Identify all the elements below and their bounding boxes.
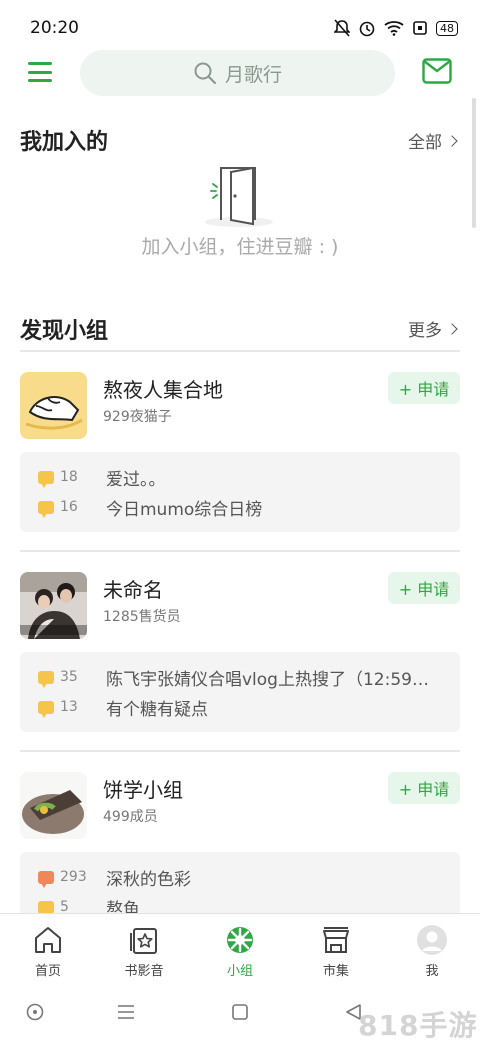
star-card-icon (130, 928, 157, 954)
group-members: 1285售货员 (103, 609, 181, 625)
search-placeholder: 月歌行 (224, 63, 282, 86)
apply-button[interactable]: + 申请 (388, 572, 460, 604)
tab-media[interactable]: 书影音 (96, 914, 192, 987)
mail-icon[interactable] (422, 58, 452, 84)
group-members: 929夜猫子 (103, 409, 172, 425)
joined-all-label: 全部 (408, 133, 442, 153)
comment-count: 18 (60, 469, 78, 485)
mute-bell-icon (334, 19, 350, 37)
group-avatar (20, 772, 87, 839)
group-name: 熬夜人集合地 (103, 378, 223, 402)
discover-title: 发现小组 (20, 319, 109, 344)
door-icon (205, 166, 273, 227)
divider (20, 750, 460, 752)
sim-icon (413, 21, 427, 35)
empty-state-text: 加入小组，住进豆瓣 : ) (141, 236, 339, 258)
divider (20, 550, 460, 552)
shop-icon (323, 927, 349, 953)
group-avatar (20, 372, 87, 439)
home-square-icon[interactable] (230, 1002, 250, 1022)
group-avatar (20, 572, 87, 639)
group-posts: 35 陈飞宇张婧仪合唱vlog上热搜了（12:59总... 13 有个糖有疑点 (20, 652, 460, 732)
top-bar: 月歌行 (0, 50, 480, 96)
post-item[interactable]: 16 今日mumo综合日榜 (20, 492, 460, 522)
wifi-icon (384, 21, 404, 36)
post-title: 今日mumo综合日榜 (106, 499, 263, 520)
comment-count: 35 (60, 669, 78, 685)
tab-label: 我 (425, 964, 439, 979)
joined-title: 我加入的 (20, 130, 109, 155)
group-icon (227, 927, 253, 953)
tab-market[interactable]: 市集 (288, 914, 384, 987)
post-item[interactable]: 18 爱过。。 (20, 462, 460, 492)
comment-count: 13 (60, 699, 78, 715)
tab-home[interactable]: 首页 (0, 914, 96, 987)
post-item[interactable]: 293 深秋的色彩 (20, 862, 460, 892)
tab-label: 书影音 (124, 964, 164, 979)
group-name: 未命名 (103, 578, 163, 602)
apply-button[interactable]: + 申请 (388, 772, 460, 804)
tab-me[interactable]: 我 (384, 914, 480, 987)
group-posts: 18 爱过。。 16 今日mumo综合日榜 (20, 452, 460, 532)
comment-count: 293 (60, 869, 87, 885)
bottom-tab-bar: 首页 书影音 小组 市集 我 (0, 913, 480, 987)
tab-label: 小组 (226, 964, 253, 979)
discover-more-link[interactable]: 更多 (408, 316, 458, 341)
comment-bubble-icon (38, 500, 54, 518)
joined-all-link[interactable]: 全部 (408, 128, 458, 153)
home-icon (35, 927, 61, 953)
post-title: 深秋的色彩 (106, 869, 191, 890)
chevron-right-icon (446, 322, 458, 335)
menu-icon[interactable] (28, 62, 52, 82)
post-item[interactable]: 35 陈飞宇张婧仪合唱vlog上热搜了（12:59总... (20, 662, 460, 692)
status-time: 20:20 (30, 18, 79, 38)
tab-label: 首页 (34, 964, 61, 979)
tab-label: 市集 (322, 964, 349, 979)
comment-bubble-icon (38, 670, 54, 688)
alarm-icon (359, 21, 375, 37)
assistant-icon[interactable] (25, 1002, 45, 1022)
post-item[interactable]: 13 有个糖有疑点 (20, 692, 460, 722)
group-members: 499成员 (103, 809, 158, 825)
post-title: 爱过。。 (106, 469, 166, 490)
post-title: 有个糖有疑点 (106, 699, 208, 720)
discover-more-label: 更多 (408, 321, 442, 341)
chevron-right-icon (446, 134, 458, 147)
group-name: 饼学小组 (103, 778, 183, 802)
comment-bubble-icon (38, 870, 54, 888)
avatar-icon (417, 925, 447, 955)
status-icons: 48 (334, 19, 458, 37)
comment-bubble-icon (38, 700, 54, 718)
comment-bubble-icon (38, 470, 54, 488)
post-title: 陈飞宇张婧仪合唱vlog上热搜了（12:59总... (106, 669, 441, 690)
divider (20, 350, 460, 352)
comment-count: 16 (60, 499, 78, 515)
status-bar: 20:20 48 (0, 0, 480, 56)
search-icon (194, 62, 217, 85)
watermark: 818手游网 (358, 1009, 478, 1040)
apply-button[interactable]: + 申请 (388, 372, 460, 404)
search-input[interactable]: 月歌行 (80, 50, 395, 96)
empty-state (0, 160, 480, 230)
recents-menu-icon[interactable] (116, 1002, 136, 1022)
battery-indicator: 48 (436, 20, 458, 36)
comment-bubble-icon (38, 900, 54, 918)
tab-group[interactable]: 小组 (192, 914, 288, 987)
